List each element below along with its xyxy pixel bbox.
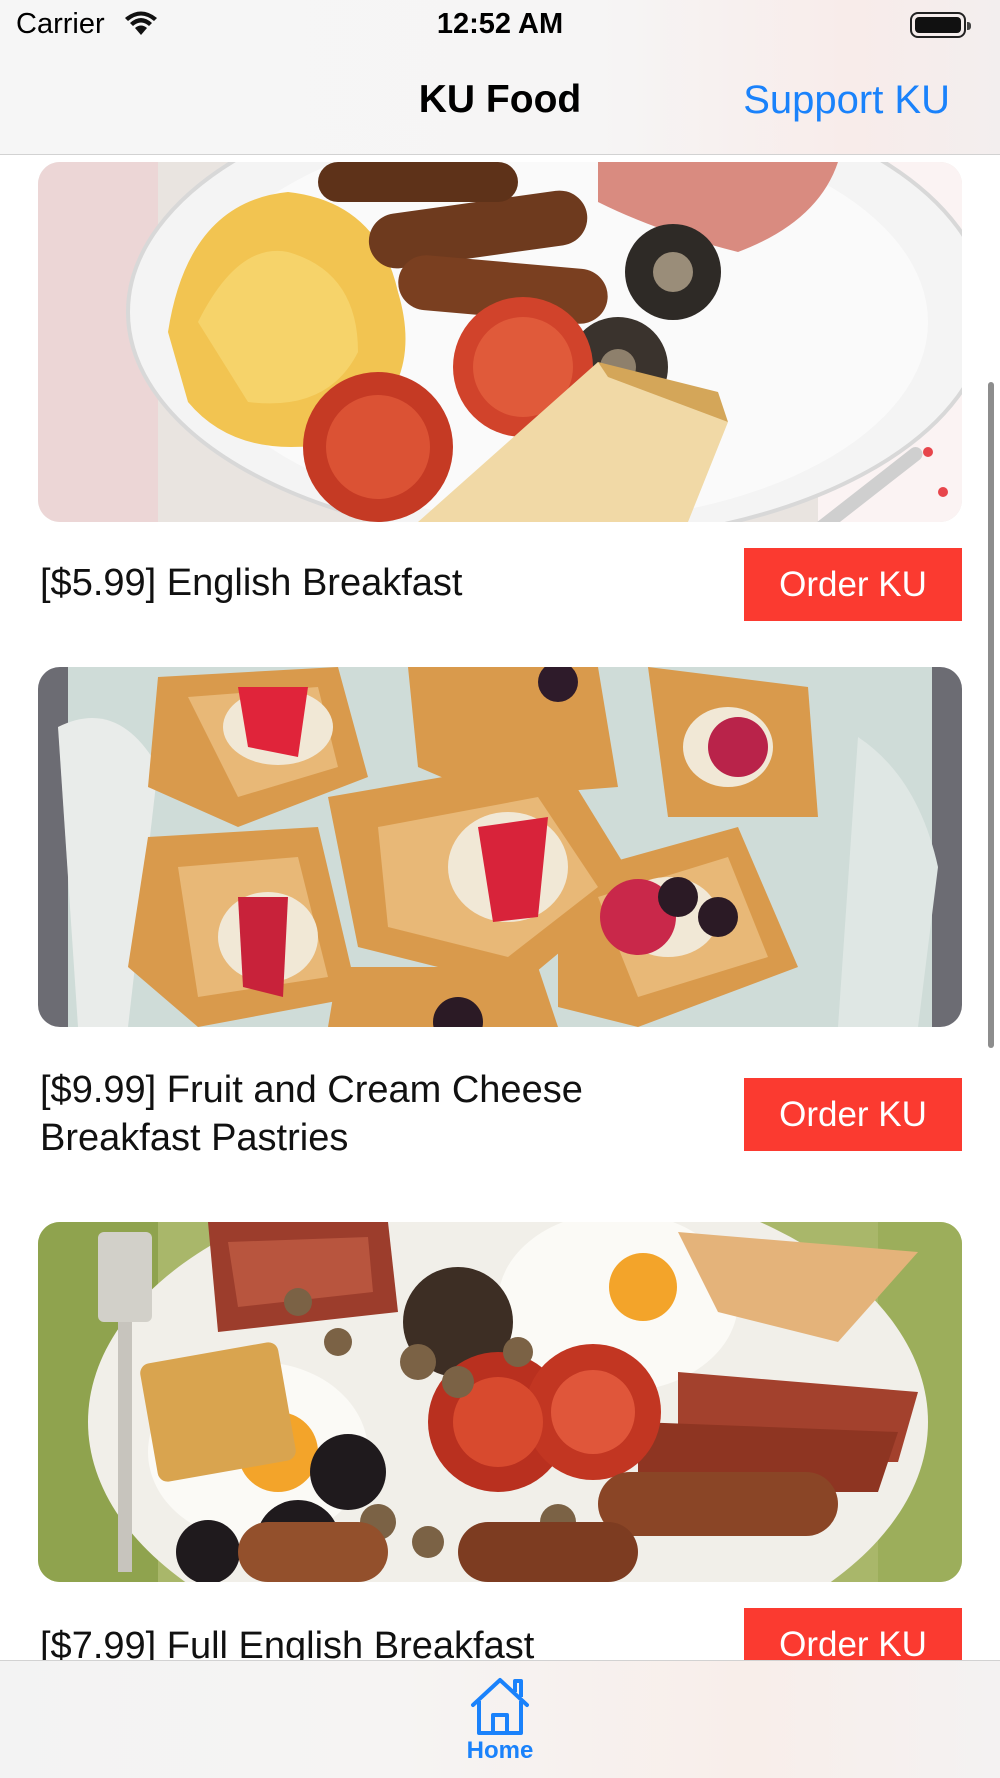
order-button-pastries[interactable]: Order KU [744,1078,962,1151]
food-feed[interactable]: [$5.99] English Breakfast Order KU [$9.9… [0,0,1000,1660]
food-title-pastries: [$9.99] Fruit and Cream Cheese Breakfast… [40,1069,583,1159]
food-title-english-breakfast: [$5.99] English Breakfast [40,562,463,604]
full-english-breakfast-photo [38,1222,962,1582]
order-button-full-english-breakfast[interactable]: Order KU [744,1608,962,1660]
status-time: 12:52 AM [436,8,564,40]
house-icon [471,1678,529,1735]
food-image-pastries [38,667,962,1027]
food-title-full-english-breakfast: [$7.99] Full English Breakfast [40,1625,535,1660]
support-ku-button[interactable]: Support KU [743,78,950,123]
tab-bar: Home [0,1660,1000,1778]
pastries-photo [38,667,962,1027]
tab-home-label: Home [466,1737,534,1764]
app-screen: [$5.99] English Breakfast Order KU [$9.9… [0,0,1000,1778]
navigation-bar: Carrier 12:52 AM KU Food Support KU [0,0,1000,155]
food-image-full-english-breakfast [38,1222,962,1582]
order-button-english-breakfast[interactable]: Order KU [744,548,962,621]
scroll-indicator[interactable] [988,382,994,1048]
tab-home[interactable]: Home [440,1667,560,1771]
battery-icon [910,12,971,38]
food-image-english-breakfast [38,162,962,522]
english-breakfast-photo [38,162,962,522]
